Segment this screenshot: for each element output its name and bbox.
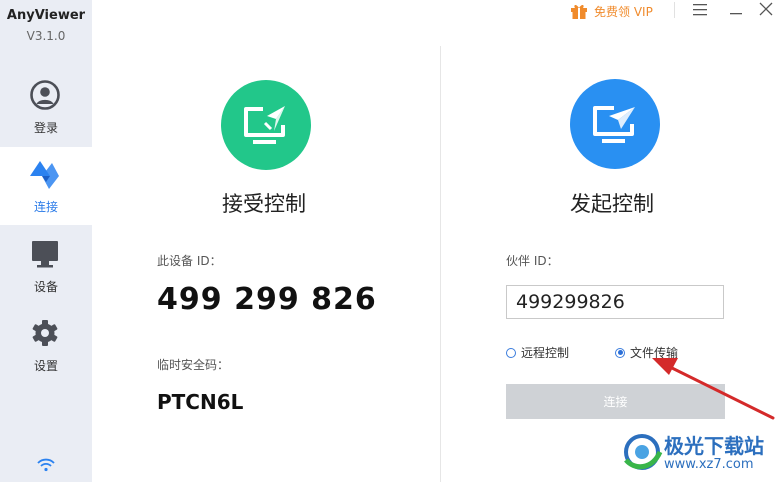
- sidebar-item-settings[interactable]: 设置: [0, 306, 92, 384]
- wifi-icon: [37, 458, 55, 472]
- temp-code-value: PTCN6L: [157, 390, 244, 414]
- watermark-logo-icon: [624, 434, 663, 470]
- sidebar-item-label: 连接: [33, 200, 58, 214]
- partner-id-input[interactable]: [506, 285, 724, 319]
- sidebar-item-login[interactable]: 登录: [0, 68, 92, 146]
- device-id-label: 此设备 ID：: [157, 254, 222, 268]
- radio-label: 远程控制: [521, 346, 570, 360]
- minimize-button[interactable]: [725, 0, 747, 22]
- vip-label: 免费领 VIP: [594, 4, 653, 19]
- temp-code-label: 临时安全码：: [157, 358, 230, 372]
- radio-dot[interactable]: [615, 347, 625, 358]
- radio-dot[interactable]: [506, 347, 516, 358]
- sidebar-item-label: 登录: [33, 121, 58, 135]
- initiate-control-badge: [570, 79, 660, 169]
- app-name: AnyViewer: [6, 8, 86, 23]
- menu-button[interactable]: [689, 0, 711, 22]
- annotation-arrow: [652, 358, 775, 420]
- close-icon: [759, 2, 773, 16]
- gift-icon: [571, 4, 587, 19]
- app-version: V3.1.0: [26, 29, 66, 43]
- receive-control-icon: [244, 106, 285, 144]
- partner-id-label: 伙伴 ID：: [506, 254, 559, 268]
- initiate-control-title: 发起控制: [570, 192, 654, 216]
- receive-control-title: 接受控制: [222, 192, 306, 216]
- panel-divider: [440, 46, 441, 482]
- minimize-icon: [730, 13, 742, 15]
- close-button[interactable]: [755, 0, 777, 22]
- sidebar: AnyViewer V3.1.0 登录 连接 设备 设置: [0, 0, 92, 482]
- brand: AnyViewer V3.1.0: [0, 8, 92, 43]
- sidebar-item-label: 设备: [33, 280, 58, 294]
- watermark: 极光下载站 www.xz7.com: [620, 428, 780, 480]
- monitor-icon: [32, 241, 58, 268]
- connect-icon: [30, 161, 59, 189]
- vip-promo-button[interactable]: 免费领 VIP: [570, 0, 653, 22]
- receive-control-badge: [221, 80, 311, 170]
- gear-icon: [32, 320, 58, 346]
- sidebar-item-devices[interactable]: 设备: [0, 227, 92, 305]
- sidebar-item-connect[interactable]: 连接: [0, 147, 92, 225]
- initiate-control-icon: [593, 106, 635, 143]
- watermark-title: 极光下载站: [664, 434, 764, 458]
- hamburger-icon: [693, 4, 707, 16]
- radio-remote-control[interactable]: 远程控制: [506, 344, 569, 361]
- device-id-value: 499 299 826: [157, 282, 377, 317]
- user-icon: [30, 80, 60, 110]
- toolbar-separator: [674, 2, 675, 18]
- radio-selected-indicator: [617, 350, 623, 355]
- watermark-url: www.xz7.com: [664, 457, 754, 472]
- sidebar-item-label: 设置: [33, 359, 58, 373]
